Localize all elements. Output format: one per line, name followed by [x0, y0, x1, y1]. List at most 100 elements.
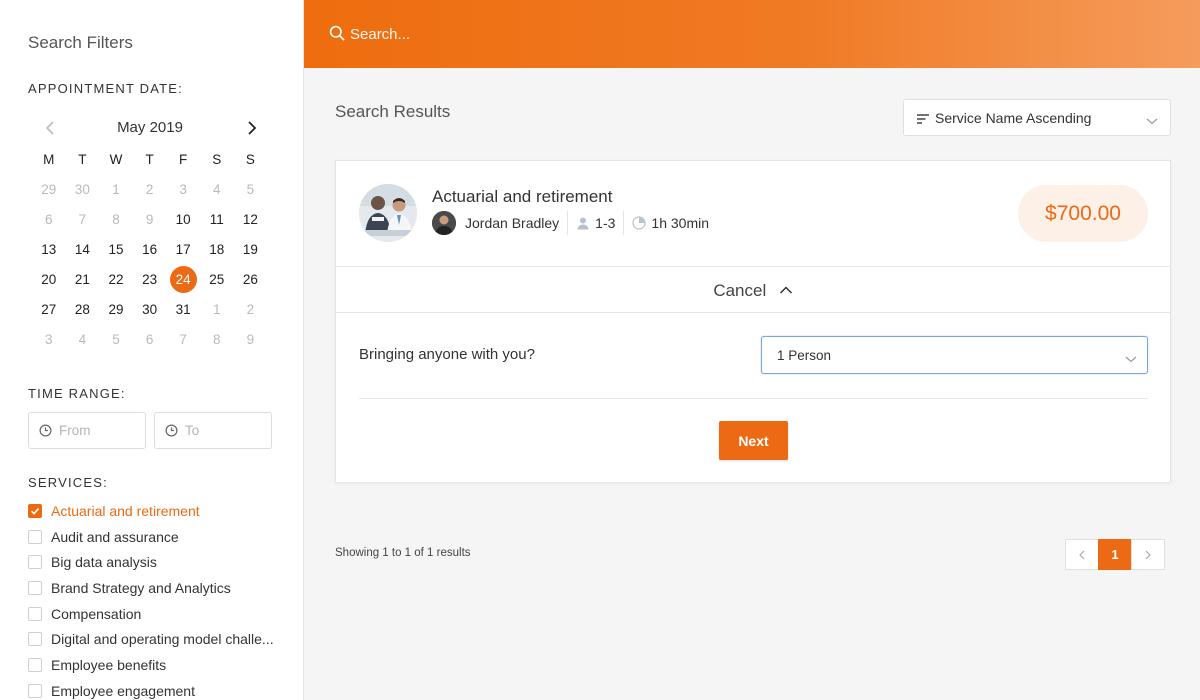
people-select[interactable]: 1 Person — [761, 336, 1148, 374]
next-button[interactable]: Next — [719, 421, 788, 460]
chevron-down-icon — [1125, 351, 1137, 363]
calendar-day[interactable]: 8 — [200, 325, 234, 355]
cancel-toggle[interactable]: Cancel — [336, 267, 1170, 313]
calendar-day-label: 30 — [74, 182, 90, 197]
calendar-day-label: 5 — [112, 332, 120, 347]
service-filter-item[interactable]: Digital and operating model challe... — [28, 626, 274, 652]
calendar-day[interactable]: 18 — [200, 235, 234, 265]
calendar-day[interactable]: 8 — [99, 205, 133, 235]
chevron-up-icon — [779, 282, 793, 294]
service-checkbox[interactable] — [28, 580, 42, 595]
service-checkbox[interactable] — [28, 657, 42, 672]
sort-icon — [916, 112, 930, 124]
service-checkbox[interactable] — [28, 503, 42, 518]
calendar-day[interactable]: 5 — [99, 325, 133, 355]
calendar-day[interactable]: 3 — [166, 175, 200, 205]
calendar-day[interactable]: 29 — [99, 295, 133, 325]
calendar-day-label: 2 — [145, 182, 154, 197]
calendar-day-label: 30 — [142, 302, 158, 317]
calendar-day[interactable]: 31 — [166, 295, 200, 325]
sort-select[interactable]: Service Name Ascending — [903, 99, 1171, 136]
service-filter-item[interactable]: Actuarial and retirement — [28, 498, 274, 524]
service-filter-item[interactable]: Big data analysis — [28, 549, 274, 575]
calendar-day[interactable]: 2 — [234, 295, 268, 325]
calendar-day[interactable]: 19 — [234, 235, 268, 265]
calendar-day[interactable]: 30 — [133, 295, 167, 325]
calendar-day[interactable]: 25 — [200, 265, 234, 295]
calendar-day[interactable]: 4 — [66, 325, 100, 355]
calendar-day[interactable]: 9 — [234, 325, 268, 355]
calendar-day[interactable]: 17 — [166, 235, 200, 265]
calendar-day-label: 26 — [242, 272, 258, 287]
calendar-day-label: 10 — [175, 212, 191, 227]
calendar-prev-icon[interactable] — [42, 119, 58, 137]
service-filter-item[interactable]: Compensation — [28, 601, 274, 627]
calendar-day[interactable]: 29 — [32, 175, 66, 205]
calendar-day[interactable]: 28 — [66, 295, 100, 325]
calendar-day-label: 27 — [41, 302, 57, 317]
service-checkbox[interactable] — [28, 683, 42, 698]
calendar-next-icon[interactable] — [244, 119, 260, 137]
service-filter-label: Employee benefits — [51, 656, 167, 673]
service-filter-item[interactable]: Audit and assurance — [28, 524, 274, 550]
service-filter-label: Brand Strategy and Analytics — [51, 579, 231, 596]
calendar-day-label: 6 — [145, 332, 154, 347]
calendar-header: May 2019 — [28, 116, 272, 140]
calendar-day[interactable]: 13 — [32, 235, 66, 265]
service-filter-item[interactable]: Employee benefits — [28, 652, 274, 678]
next-page-button[interactable] — [1131, 539, 1165, 570]
calendar-day[interactable]: 20 — [32, 265, 66, 295]
calendar-day[interactable]: 7 — [66, 205, 100, 235]
search-bar — [304, 0, 1200, 68]
calendar-day[interactable]: 22 — [99, 265, 133, 295]
prev-page-button[interactable] — [1065, 539, 1099, 570]
calendar-day-label: 4 — [78, 332, 87, 347]
calendar-day[interactable]: 14 — [66, 235, 100, 265]
calendar-day[interactable]: 16 — [133, 235, 167, 265]
calendar-day[interactable]: 10 — [166, 205, 200, 235]
calendar-day[interactable]: 15 — [99, 235, 133, 265]
calendar-day[interactable]: 12 — [234, 205, 268, 235]
service-checkbox[interactable] — [28, 555, 42, 570]
service-card: Actuarial and retirement Jordan Bradley … — [335, 160, 1171, 483]
check-icon — [30, 507, 40, 515]
calendar-day[interactable]: 3 — [32, 325, 66, 355]
service-checkbox[interactable] — [28, 606, 42, 621]
calendar-day[interactable]: 6 — [133, 325, 167, 355]
service-filter-item[interactable]: Brand Strategy and Analytics — [28, 575, 274, 601]
calendar-day[interactable]: 1 — [200, 295, 234, 325]
calendar-day[interactable]: 5 — [234, 175, 268, 205]
calendar-day-selected[interactable]: 24 — [166, 265, 200, 295]
calendar-day[interactable]: 1 — [99, 175, 133, 205]
calendar-day[interactable]: 7 — [166, 325, 200, 355]
calendar-day[interactable]: 11 — [200, 205, 234, 235]
calendar-day[interactable]: 27 — [32, 295, 66, 325]
service-checkbox[interactable] — [28, 632, 42, 647]
sidebar-title: Search Filters — [28, 33, 133, 52]
calendar-day-label: 13 — [41, 242, 57, 257]
calendar-day[interactable]: 2 — [133, 175, 167, 205]
time-to-placeholder: To — [185, 423, 200, 438]
cancel-label: Cancel — [713, 281, 767, 300]
calendar-day[interactable]: 21 — [66, 265, 100, 295]
page-button[interactable]: 1 — [1098, 539, 1132, 570]
calendar-day-label: 23 — [142, 272, 158, 287]
calendar-day-label: 28 — [74, 302, 90, 317]
calendar-day[interactable]: 23 — [133, 265, 167, 295]
service-checkbox[interactable] — [28, 529, 42, 544]
calendar-day-label: 8 — [112, 212, 120, 227]
search-input[interactable] — [350, 22, 850, 46]
calendar-day[interactable]: 9 — [133, 205, 167, 235]
time-to-field[interactable]: To — [154, 412, 272, 449]
chevron-right-icon — [1145, 550, 1151, 560]
calendar-day-label: 21 — [74, 272, 90, 287]
calendar-day-label: 3 — [45, 332, 53, 347]
calendar-day[interactable]: 30 — [66, 175, 100, 205]
calendar-day[interactable]: 26 — [234, 265, 268, 295]
calendar-day[interactable]: 6 — [32, 205, 66, 235]
calendar-day[interactable]: 4 — [200, 175, 234, 205]
search-icon[interactable] — [329, 25, 345, 41]
service-filter-item[interactable]: Employee engagement — [28, 678, 274, 700]
service-filter-label: Digital and operating model challe... — [51, 631, 274, 648]
time-from-field[interactable]: From — [28, 412, 146, 449]
